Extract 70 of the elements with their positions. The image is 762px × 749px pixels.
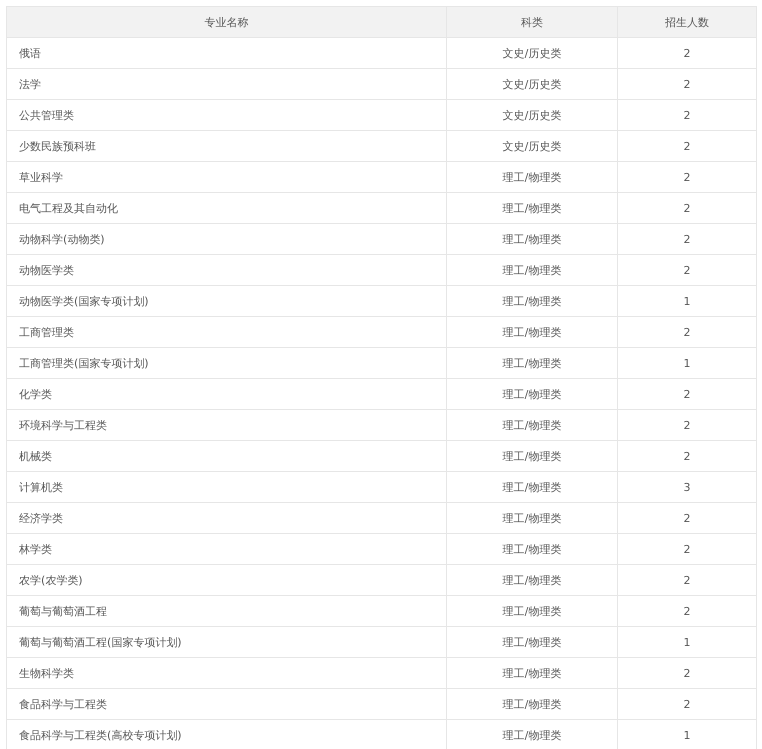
table-cell: 理工/物理类 xyxy=(446,316,618,348)
table-cell: 理工/物理类 xyxy=(446,378,618,410)
table-cell: 文史/历史类 xyxy=(446,38,618,68)
table-cell: 林学类 xyxy=(6,534,446,564)
table-cell: 1 xyxy=(618,286,756,316)
table-cell: 化学类 xyxy=(6,378,446,410)
table-cell: 理工/物理类 xyxy=(446,410,618,440)
table-cell: 环境科学与工程类 xyxy=(6,410,446,440)
table-cell: 工商管理类 xyxy=(6,316,446,348)
table-cell: 理工/物理类 xyxy=(446,502,618,534)
table-cell: 2 xyxy=(618,378,756,410)
table-cell: 2 xyxy=(618,100,756,130)
table-cell: 动物科学(动物类) xyxy=(6,224,446,254)
table-cell: 理工/物理类 xyxy=(446,162,618,192)
table-cell: 法学 xyxy=(6,68,446,100)
table-cell: 1 xyxy=(618,348,756,378)
table-cell: 理工/物理类 xyxy=(446,472,618,502)
table-cell: 2 xyxy=(618,192,756,224)
table-cell: 2 xyxy=(618,410,756,440)
table-cell: 少数民族预科班 xyxy=(6,130,446,162)
table-cell: 生物科学类 xyxy=(6,658,446,688)
table-cell: 工商管理类(国家专项计划) xyxy=(6,348,446,378)
table-cell: 2 xyxy=(618,130,756,162)
table-cell: 2 xyxy=(618,564,756,596)
table-cell: 1 xyxy=(618,626,756,658)
table-cell: 理工/物理类 xyxy=(446,440,618,472)
table-cell: 计算机类 xyxy=(6,472,446,502)
table-cell: 2 xyxy=(618,68,756,100)
table-cell: 草业科学 xyxy=(6,162,446,192)
table-cell: 葡萄与葡萄酒工程(国家专项计划) xyxy=(6,626,446,658)
table-cell: 2 xyxy=(618,254,756,286)
column-header: 科类 xyxy=(446,6,618,38)
table-cell: 电气工程及其自动化 xyxy=(6,192,446,224)
table-cell: 2 xyxy=(618,502,756,534)
table-cell: 2 xyxy=(618,688,756,720)
table-cell: 理工/物理类 xyxy=(446,192,618,224)
table-cell: 理工/物理类 xyxy=(446,224,618,254)
table-cell: 2 xyxy=(618,440,756,472)
table-cell: 2 xyxy=(618,316,756,348)
table-cell: 理工/物理类 xyxy=(446,534,618,564)
table-cell: 2 xyxy=(618,38,756,68)
table-cell: 经济学类 xyxy=(6,502,446,534)
table-cell: 2 xyxy=(618,596,756,626)
table-cell: 文史/历史类 xyxy=(446,100,618,130)
table-cell: 理工/物理类 xyxy=(446,626,618,658)
table-cell: 机械类 xyxy=(6,440,446,472)
table-cell: 公共管理类 xyxy=(6,100,446,130)
table-cell: 2 xyxy=(618,162,756,192)
table-cell: 食品科学与工程类 xyxy=(6,688,446,720)
table-cell: 理工/物理类 xyxy=(446,286,618,316)
table-cell: 食品科学与工程类(高校专项计划) xyxy=(6,720,446,749)
table-cell: 动物医学类 xyxy=(6,254,446,286)
table-cell: 动物医学类(国家专项计划) xyxy=(6,286,446,316)
table-cell: 2 xyxy=(618,534,756,564)
column-header: 专业名称 xyxy=(6,6,446,38)
table-cell: 理工/物理类 xyxy=(446,254,618,286)
table-cell: 理工/物理类 xyxy=(446,688,618,720)
table-cell: 葡萄与葡萄酒工程 xyxy=(6,596,446,626)
table-cell: 俄语 xyxy=(6,38,446,68)
table-cell: 理工/物理类 xyxy=(446,348,618,378)
table-cell: 文史/历史类 xyxy=(446,130,618,162)
table-cell: 3 xyxy=(618,472,756,502)
table-cell: 2 xyxy=(618,224,756,254)
table-cell: 农学(农学类) xyxy=(6,564,446,596)
table-cell: 理工/物理类 xyxy=(446,564,618,596)
table-cell: 理工/物理类 xyxy=(446,658,618,688)
table-cell: 2 xyxy=(618,658,756,688)
table-cell: 理工/物理类 xyxy=(446,596,618,626)
table-cell: 文史/历史类 xyxy=(446,68,618,100)
column-header: 招生人数 xyxy=(618,6,756,38)
